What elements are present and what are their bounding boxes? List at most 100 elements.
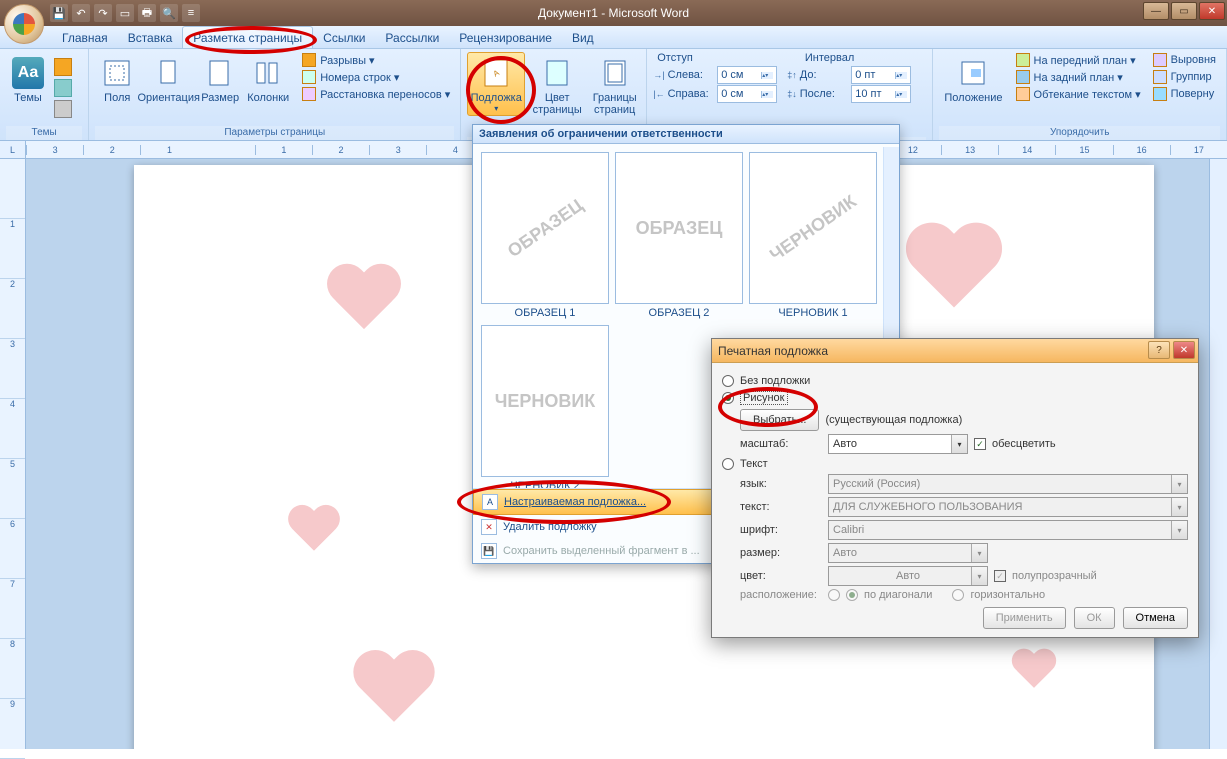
watermark-button[interactable]: AПодложка▾ [467,52,525,116]
dialog-close-button[interactable]: ✕ [1173,341,1195,359]
vertical-ruler[interactable]: 123456789 [0,159,26,749]
save-icon[interactable]: 💾 [50,4,68,22]
line-numbers-icon [302,70,316,84]
minimize-button[interactable]: — [1143,2,1169,20]
qat-more-icon[interactable]: ≡ [182,4,200,22]
window-title: Документ1 - Microsoft Word [538,6,689,20]
save-selection-icon: 💾 [481,543,497,559]
apply-button: Применить [983,607,1066,629]
theme-fonts-icon[interactable] [54,79,72,97]
tab-review[interactable]: Рецензирование [449,27,562,48]
align-icon [1153,53,1167,67]
size-button[interactable]: Размер [198,52,242,107]
text-input: ДЛЯ СЛУЖЕБНОГО ПОЛЬЗОВАНИЯ▾ [828,497,1188,517]
radio-diagonal [828,589,840,601]
tab-references[interactable]: Ссылки [313,27,375,48]
radio-horizontal [952,589,964,601]
back-icon [1016,70,1030,84]
group-icon [1153,70,1167,84]
group-label-arrange: Упорядочить [939,126,1220,140]
radio-picture-watermark[interactable]: Рисунок [722,391,1188,405]
indent-left-input[interactable]: 0 см▴▾ [717,66,777,84]
spacing-after-input[interactable]: 10 пт▴▾ [851,85,911,103]
rotate-button[interactable]: Поверну [1149,86,1220,102]
new-icon[interactable]: ▭ [116,4,134,22]
columns-button[interactable]: Колонки [246,52,290,107]
gallery-item[interactable]: ЧЕРНОВИКЧЕРНОВИК 2 [481,325,609,492]
themes-label: Темы [14,92,42,104]
gallery-header: Заявления об ограничении ответственности [473,125,899,144]
margins-button[interactable]: Поля [95,52,139,107]
rotate-icon [1153,87,1167,101]
dialog-help-button[interactable]: ? [1148,341,1170,359]
maximize-button[interactable]: ▭ [1171,2,1197,20]
spacing-before-input[interactable]: 0 пт▴▾ [851,66,911,84]
bring-front-button[interactable]: На передний план ▾ [1012,52,1145,68]
group-label-pagesetup: Параметры страницы [95,126,454,140]
wrap-icon [1016,87,1030,101]
position-icon [957,57,989,89]
spacing-header: Интервал [805,52,854,64]
custom-watermark-icon: A [482,494,498,510]
close-button[interactable]: ✕ [1199,2,1225,20]
gallery-item[interactable]: ЧЕРНОВИКЧЕРНОВИК 1 [749,152,877,319]
text-wrap-button[interactable]: Обтекание текстом ▾ [1012,86,1145,102]
radio-text-watermark[interactable]: Текст [722,458,1188,470]
watermark-icon: A [480,57,512,89]
tab-page-layout[interactable]: Разметка страницы [182,26,313,48]
group-button[interactable]: Группир [1149,69,1220,85]
align-button[interactable]: Выровня [1149,52,1220,68]
tab-home[interactable]: Главная [52,27,118,48]
themes-icon: Aa [12,57,44,89]
size-icon [204,57,236,89]
gallery-item[interactable]: ОБРАЗЕЦОБРАЗЕЦ 2 [615,152,743,319]
office-button[interactable] [4,4,44,44]
theme-colors-icon[interactable] [54,58,72,76]
ok-button: ОК [1074,607,1115,629]
ruler-corner[interactable]: L [0,141,26,159]
indent-right-input[interactable]: 0 см▴▾ [717,85,777,103]
page-borders-button[interactable]: Границы страниц [589,52,640,119]
group-label-themes: Темы [6,126,82,140]
page-color-button[interactable]: Цвет страницы [529,52,585,119]
preview-icon[interactable]: 🔍 [160,4,178,22]
semitransparent-checkbox: ✓ [994,570,1006,582]
color-input: Авто▾ [828,566,988,586]
hyphenation-icon [302,87,316,101]
front-icon [1016,53,1030,67]
breaks-icon [302,53,316,67]
quick-access-toolbar: 💾 ↶ ↷ ▭ 🖶 🔍 ≡ [50,4,200,22]
orientation-icon [153,57,185,89]
dialog-title[interactable]: Печатная подложка ? ✕ [712,339,1198,363]
language-input: Русский (Россия)▾ [828,474,1188,494]
tab-view[interactable]: Вид [562,27,604,48]
breaks-button[interactable]: Разрывы ▾ [298,52,454,68]
hyphenation-button[interactable]: Расстановка переносов ▾ [298,86,454,102]
send-back-button[interactable]: На задний план ▾ [1012,69,1145,85]
existing-label: (существующая подложка) [825,414,962,426]
ribbon-tabs: Главная Вставка Разметка страницы Ссылки… [0,26,1227,49]
cancel-button[interactable]: Отмена [1123,607,1188,629]
redo-icon[interactable]: ↷ [94,4,112,22]
vertical-scrollbar[interactable] [1209,159,1227,749]
scale-label: масштаб: [740,438,822,450]
themes-button[interactable]: Aa Темы [6,52,50,107]
washout-checkbox[interactable]: ✓ [974,438,986,450]
print-icon[interactable]: 🖶 [138,4,156,22]
font-input: Calibri▾ [828,520,1188,540]
position-button[interactable]: Положение [939,52,1007,107]
printed-watermark-dialog: Печатная подложка ? ✕ Без подложки Рисун… [711,338,1199,638]
indent-header: Отступ [657,52,693,64]
tab-mailings[interactable]: Рассылки [375,27,449,48]
theme-effects-icon[interactable] [54,100,72,118]
titlebar: 💾 ↶ ↷ ▭ 🖶 🔍 ≡ Документ1 - Microsoft Word… [0,0,1227,26]
line-numbers-button[interactable]: Номера строк ▾ [298,69,454,85]
scale-input[interactable]: Авто▾ [828,434,968,454]
orientation-button[interactable]: Ориентация [143,52,194,107]
gallery-item[interactable]: ОБРАЗЕЦОБРАЗЕЦ 1 [481,152,609,319]
page-color-icon [541,57,573,89]
radio-no-watermark[interactable]: Без подложки [722,375,1188,387]
tab-insert[interactable]: Вставка [118,27,183,48]
undo-icon[interactable]: ↶ [72,4,90,22]
select-picture-button[interactable]: Выбрать... [740,409,819,431]
